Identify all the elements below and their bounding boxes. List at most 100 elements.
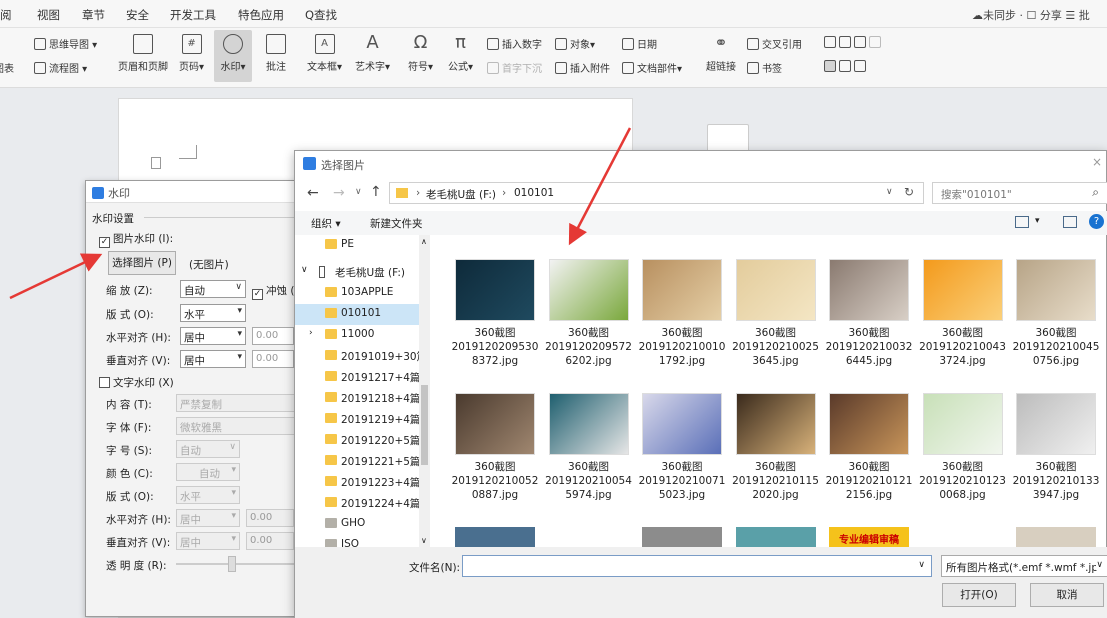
- file-thumbnail-partial[interactable]: [548, 527, 629, 547]
- file-thumbnail-partial[interactable]: [922, 527, 1003, 547]
- nav-item[interactable]: 20191219+4篇: [295, 409, 420, 430]
- menu-search[interactable]: Q查找: [305, 7, 337, 23]
- insert-number-button[interactable]: 插入数字: [487, 36, 542, 51]
- nav-item[interactable]: 20191220+5篇: [295, 430, 420, 451]
- nav-item[interactable]: 20191221+5篇: [295, 451, 420, 472]
- sync-share-area[interactable]: ☁未同步 · ☐ 分享 ☰ 批: [972, 7, 1090, 23]
- drop-cap-button[interactable]: 首字下沉: [487, 60, 542, 75]
- refresh-icon[interactable]: ↻: [904, 185, 914, 199]
- mindmap-button[interactable]: 思维导图 ▾: [34, 36, 97, 51]
- menu-security[interactable]: 安全: [126, 7, 149, 23]
- transparency-track[interactable]: [176, 563, 296, 565]
- wordart-button[interactable]: A 艺术字▾: [355, 34, 390, 74]
- content-input[interactable]: 严禁复制: [176, 394, 301, 412]
- new-folder-button[interactable]: 新建文件夹: [370, 216, 423, 231]
- close-icon[interactable]: ×: [1092, 155, 1102, 169]
- paste-options-icon[interactable]: [151, 157, 161, 169]
- file-thumbnail[interactable]: 360截图 2019120210052 0887.jpg: [450, 393, 540, 502]
- file-thumbnail-partial[interactable]: [642, 527, 722, 547]
- file-thumbnail[interactable]: 360截图 2019120210010 1792.jpg: [637, 259, 727, 368]
- text-layout-dropdown[interactable]: 水平 ▾: [176, 486, 240, 504]
- view-options-icon[interactable]: [1015, 216, 1029, 228]
- font-dropdown[interactable]: 微软雅黑: [176, 417, 301, 435]
- date-button[interactable]: 日期: [622, 36, 657, 51]
- v-align-dropdown[interactable]: 居中 ▾: [180, 350, 246, 368]
- search-input[interactable]: 搜索"010101" ⌕: [932, 182, 1107, 204]
- transparency-slider-handle[interactable]: [228, 556, 236, 572]
- text-h-align-dropdown[interactable]: 居中 ▾: [176, 509, 240, 527]
- file-thumbnail-partial[interactable]: [455, 527, 535, 547]
- watermark-button[interactable]: 水印▾: [214, 30, 252, 82]
- file-thumbnail-partial[interactable]: 专业编辑审稿: [829, 527, 909, 547]
- nav-scrollbar[interactable]: ∧ ∨: [419, 235, 430, 547]
- chevron-down-icon[interactable]: ∨: [918, 560, 925, 570]
- file-thumbnail[interactable]: 360截图 2019120210071 5023.jpg: [637, 393, 727, 502]
- symbol-button[interactable]: Ω 符号▾: [408, 34, 433, 74]
- file-thumbnail[interactable]: 360截图 2019120210043 3724.jpg: [918, 259, 1008, 368]
- nav-item[interactable]: 103APPLE: [295, 283, 419, 304]
- file-thumbnail[interactable]: 360截图 2019120210121 2156.jpg: [824, 393, 914, 502]
- menu-dev-tools[interactable]: 开发工具: [170, 7, 216, 23]
- text-h-align-offset[interactable]: 0.00: [246, 509, 294, 527]
- file-thumbnail[interactable]: 360截图 2019120209572 6202.jpg: [544, 259, 634, 368]
- chart-button[interactable]: 图表: [0, 60, 14, 75]
- cross-ref-button[interactable]: 交叉引用: [747, 36, 802, 51]
- file-dialog-titlebar[interactable]: 选择图片 ×: [295, 151, 1106, 177]
- nav-item[interactable]: › 11000: [295, 325, 419, 346]
- file-thumbnail[interactable]: 360截图 2019120210123 0068.jpg: [918, 393, 1008, 502]
- flowchart-button[interactable]: 流程图 ▾: [34, 60, 87, 75]
- nav-item[interactable]: PE: [295, 235, 419, 256]
- picture-watermark-checkbox[interactable]: ✓ 图片水印 (I):: [99, 231, 173, 248]
- menu-special[interactable]: 特色应用: [238, 7, 284, 23]
- nav-item[interactable]: 20191223+4篇: [295, 472, 420, 493]
- h-align-dropdown[interactable]: 居中 ▾: [180, 327, 246, 345]
- doc-parts-button[interactable]: 文档部件▾: [622, 60, 682, 75]
- text-v-align-offset[interactable]: 0.00: [246, 532, 294, 550]
- file-thumbnail[interactable]: 360截图 2019120210133 3947.jpg: [1011, 393, 1101, 502]
- file-thumbnail[interactable]: 360截图 2019120210032 6445.jpg: [824, 259, 914, 368]
- color-dropdown[interactable]: 自动 ▾: [176, 463, 240, 481]
- bookmark-button[interactable]: 书签: [747, 60, 782, 75]
- formula-button[interactable]: π 公式▾: [448, 34, 473, 74]
- file-thumbnail[interactable]: 360截图 2019120210025 3645.jpg: [731, 259, 821, 368]
- text-watermark-checkbox[interactable]: 文字水印 (X): [99, 375, 174, 390]
- up-arrow-icon[interactable]: ↑: [370, 184, 382, 200]
- layout-icons-row2[interactable]: [824, 60, 869, 73]
- hyperlink-button[interactable]: ⚭ 超链接: [706, 34, 736, 73]
- filename-input[interactable]: ∨: [462, 555, 932, 577]
- file-thumbnail-partial[interactable]: [1016, 527, 1096, 547]
- nav-item[interactable]: 20191217+4篇: [295, 367, 420, 388]
- file-thumbnail-partial[interactable]: [735, 527, 816, 547]
- file-thumbnail[interactable]: 360截图 2019120210115 2020.jpg: [731, 393, 821, 502]
- file-thumbnail[interactable]: 360截图 2019120209530 8372.jpg: [450, 259, 540, 368]
- text-v-align-dropdown[interactable]: 居中 ▾: [176, 532, 240, 550]
- layout-dropdown[interactable]: 水平 ▾: [180, 304, 246, 322]
- washout-checkbox[interactable]: ✓ 冲蚀 (: [252, 283, 294, 300]
- h-align-offset[interactable]: 0.00: [252, 327, 294, 345]
- size-dropdown[interactable]: 自动 ∨: [176, 440, 240, 458]
- nav-item-drive[interactable]: ∨ 老毛桃U盘 (F:): [295, 262, 419, 283]
- v-align-offset[interactable]: 0.00: [252, 350, 294, 368]
- address-bar[interactable]: › 老毛桃U盘 (F:) › 010101 ∨ ↻: [389, 182, 924, 204]
- watermark-dialog-titlebar[interactable]: 水印: [86, 181, 299, 203]
- object-button[interactable]: 对象▾: [555, 36, 595, 51]
- layout-icons-row1[interactable]: [824, 36, 884, 49]
- breadcrumb-drive[interactable]: 老毛桃U盘 (F:): [426, 187, 496, 202]
- scroll-up-icon[interactable]: ∧: [421, 237, 427, 246]
- scroll-thumb[interactable]: [421, 385, 428, 465]
- caret-down-icon[interactable]: ▾: [1035, 216, 1040, 226]
- menu-chapter[interactable]: 章节: [82, 7, 105, 23]
- breadcrumb-folder[interactable]: 010101: [514, 187, 554, 199]
- comment-button[interactable]: 批注: [266, 34, 286, 73]
- nav-item[interactable]: 20191218+4篇: [295, 388, 420, 409]
- cancel-button[interactable]: 取消: [1030, 583, 1104, 607]
- scroll-down-icon[interactable]: ∨: [421, 536, 427, 545]
- nav-item[interactable]: 20191224+4篇: [295, 493, 420, 514]
- select-picture-button[interactable]: 选择图片 (P): [108, 251, 176, 275]
- header-footer-button[interactable]: 页眉和页脚: [118, 34, 168, 73]
- nav-item[interactable]: 20191019+30篇: [295, 346, 427, 367]
- preview-pane-icon[interactable]: [1063, 216, 1077, 228]
- menu-view[interactable]: 视图: [37, 7, 60, 23]
- floating-widget[interactable]: [707, 124, 749, 152]
- menu-review[interactable]: 阅: [0, 7, 12, 23]
